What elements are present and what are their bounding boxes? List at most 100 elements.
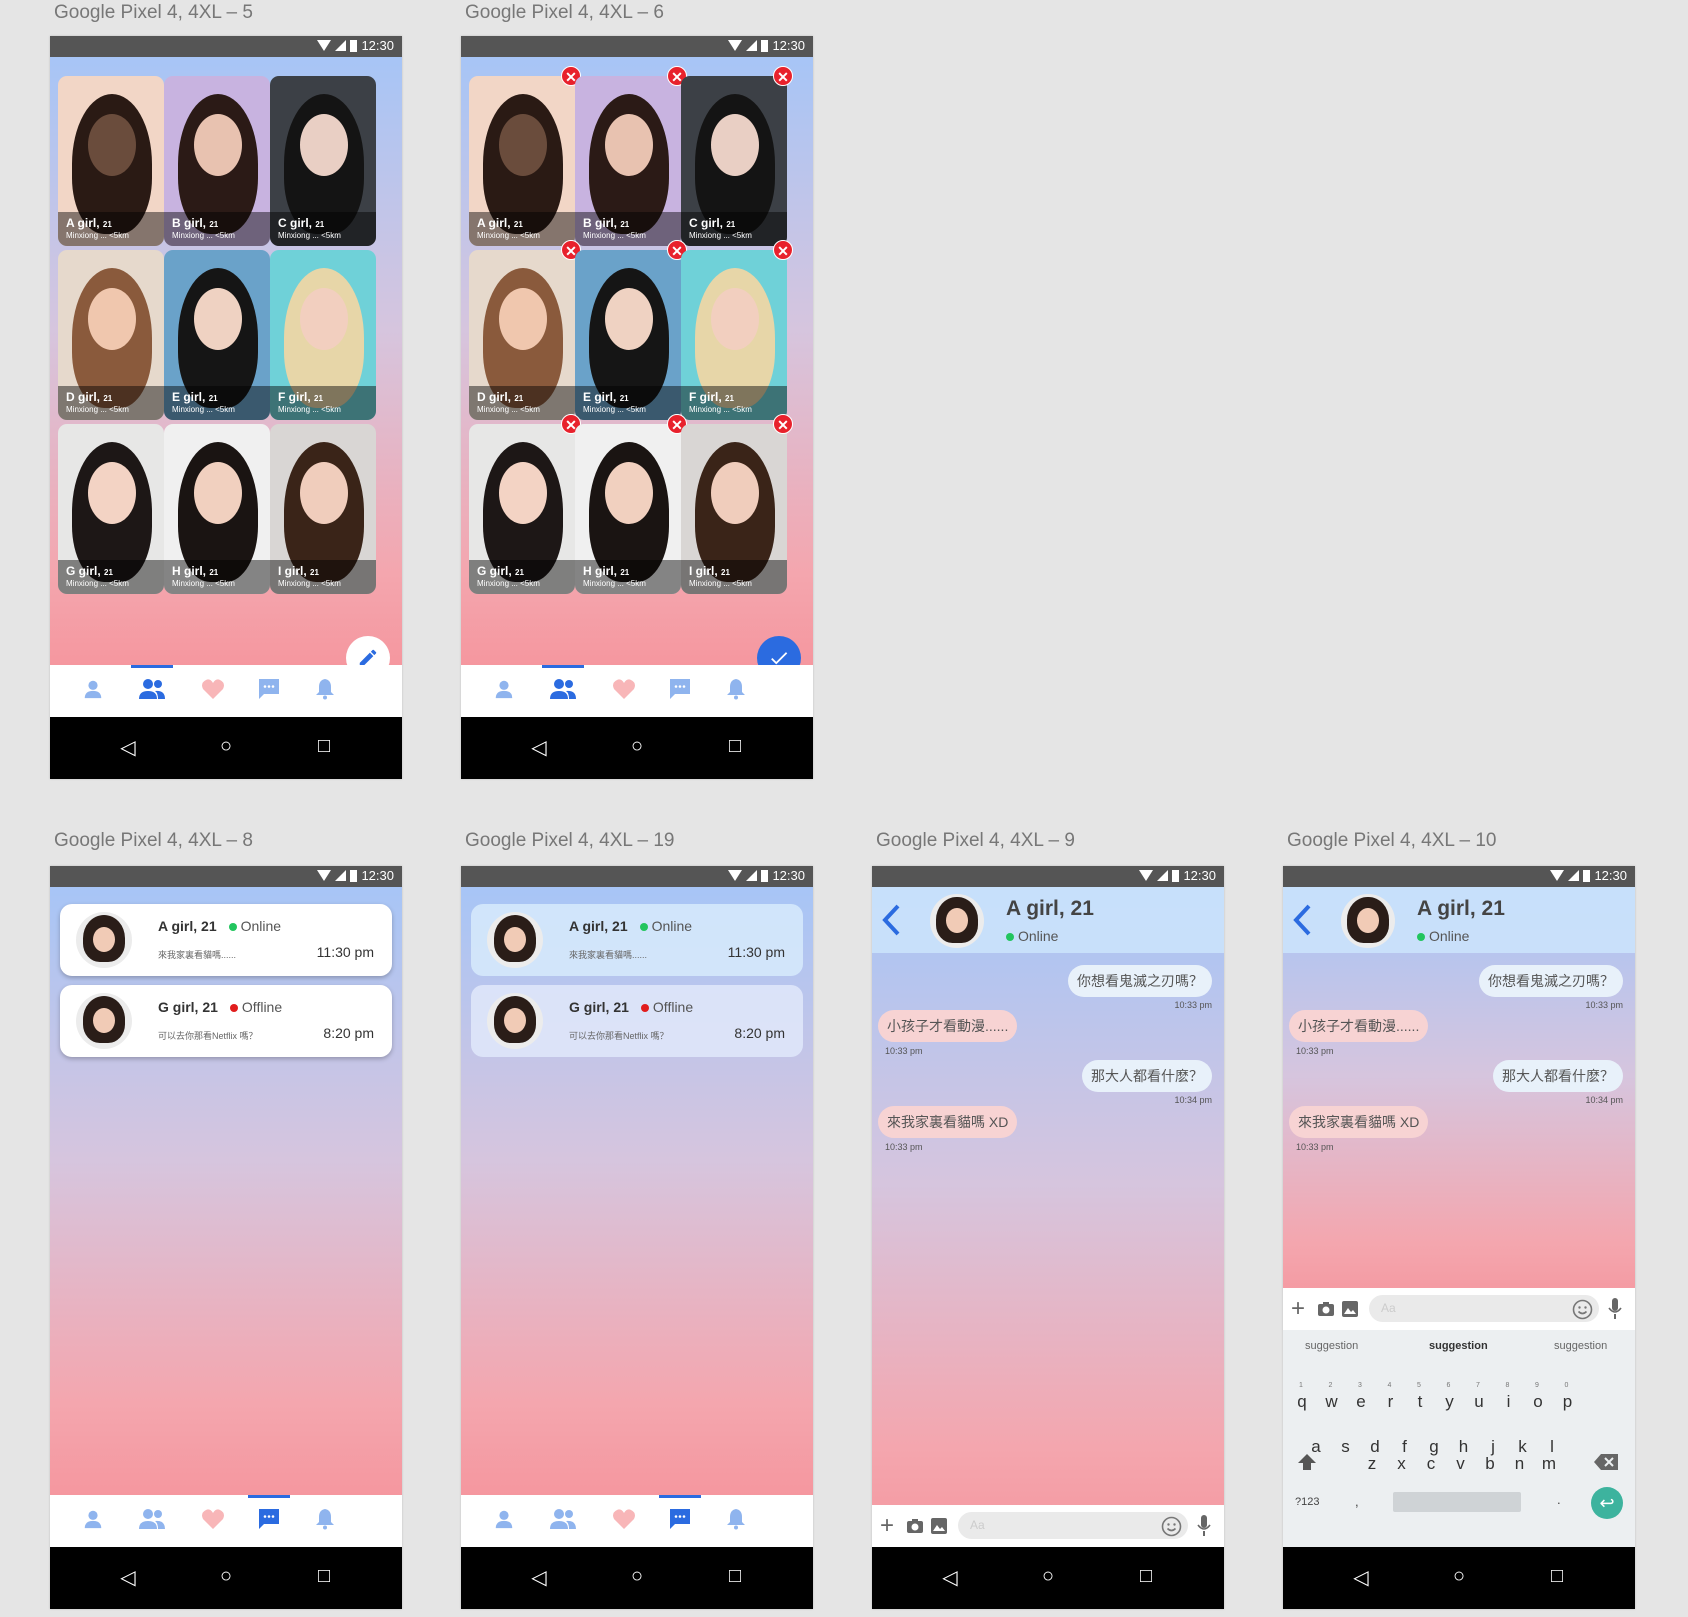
tab-heart[interactable] xyxy=(184,1495,242,1547)
tab-group[interactable] xyxy=(123,1495,181,1547)
plus-icon[interactable]: + xyxy=(880,1512,894,1540)
profile-card[interactable]: I girl, 21 Minxiong ... <5km xyxy=(270,424,376,594)
tab-group[interactable] xyxy=(123,665,181,717)
profile-card[interactable]: I girl, 21 Minxiong ... <5km xyxy=(681,424,787,594)
nav-recents-icon[interactable]: □ xyxy=(715,735,755,758)
key-c[interactable]: c xyxy=(1420,1454,1442,1474)
key-a[interactable]: a xyxy=(1305,1437,1327,1457)
key-r[interactable]: r4 xyxy=(1380,1382,1402,1412)
key-s[interactable]: s xyxy=(1335,1437,1357,1457)
profile-card[interactable]: C girl, 21 Minxiong ... <5km xyxy=(270,76,376,246)
tab-person[interactable] xyxy=(64,665,122,717)
period-key[interactable]: . xyxy=(1557,1492,1561,1507)
key-u[interactable]: u7 xyxy=(1468,1382,1490,1412)
nav-home-icon[interactable]: ○ xyxy=(206,1565,246,1588)
nav-home-icon[interactable]: ○ xyxy=(617,735,657,758)
tab-bell[interactable] xyxy=(707,665,765,717)
profile-card[interactable]: H girl, 21 Minxiong ... <5km xyxy=(575,424,681,594)
nav-home-icon[interactable]: ○ xyxy=(1439,1565,1479,1588)
nav-recents-icon[interactable]: □ xyxy=(1537,1565,1577,1588)
profile-card[interactable]: E girl, 21 Minxiong ... <5km xyxy=(164,250,270,420)
nav-back-icon[interactable]: ◁ xyxy=(1341,1565,1381,1590)
key-y[interactable]: y6 xyxy=(1439,1382,1461,1412)
tab-chat[interactable] xyxy=(240,1495,298,1547)
profile-card[interactable]: G girl, 21 Minxiong ... <5km xyxy=(469,424,575,594)
message-input[interactable]: Aa xyxy=(958,1512,1188,1539)
tab-heart[interactable] xyxy=(595,1495,653,1547)
tab-group[interactable] xyxy=(534,1495,592,1547)
key-m[interactable]: m xyxy=(1538,1454,1560,1474)
tab-bell[interactable] xyxy=(296,1495,354,1547)
profile-card[interactable]: D girl, 21 Minxiong ... <5km xyxy=(469,250,575,420)
backspace-icon[interactable] xyxy=(1594,1454,1618,1470)
key-n[interactable]: n xyxy=(1509,1454,1531,1474)
tab-person[interactable] xyxy=(475,665,533,717)
camera-icon[interactable] xyxy=(1317,1301,1335,1317)
mic-icon[interactable] xyxy=(1197,1515,1211,1537)
profile-card[interactable]: H girl, 21 Minxiong ... <5km xyxy=(164,424,270,594)
key-b[interactable]: b xyxy=(1479,1454,1501,1474)
back-icon[interactable] xyxy=(1291,903,1315,937)
key-v[interactable]: v xyxy=(1450,1454,1472,1474)
key-o[interactable]: o9 xyxy=(1527,1382,1549,1412)
tab-chat[interactable] xyxy=(240,665,298,717)
nav-recents-icon[interactable]: □ xyxy=(715,1565,755,1588)
nav-back-icon[interactable]: ◁ xyxy=(930,1565,970,1590)
nav-recents-icon[interactable]: □ xyxy=(304,735,344,758)
enter-icon[interactable]: ↩ xyxy=(1591,1487,1623,1519)
back-icon[interactable] xyxy=(880,903,904,937)
chat-row[interactable]: G girl, 21 Offline 可以去你那看Netflix 嗎？ 8:20 … xyxy=(471,985,803,1057)
image-icon[interactable] xyxy=(1342,1301,1358,1317)
profile-card[interactable]: A girl, 21 Minxiong ... <5km xyxy=(58,76,164,246)
profile-card[interactable]: B girl, 21 Minxiong ... <5km xyxy=(575,76,681,246)
tab-bell[interactable] xyxy=(707,1495,765,1547)
key-e[interactable]: e3 xyxy=(1350,1382,1372,1412)
profile-card[interactable]: A girl, 21 Minxiong ... <5km xyxy=(469,76,575,246)
tab-heart[interactable] xyxy=(595,665,653,717)
key-p[interactable]: p0 xyxy=(1557,1382,1579,1412)
tab-group[interactable] xyxy=(534,665,592,717)
nav-back-icon[interactable]: ◁ xyxy=(108,1565,148,1590)
key-q[interactable]: q1 xyxy=(1291,1382,1313,1412)
tab-person[interactable] xyxy=(64,1495,122,1547)
nav-home-icon[interactable]: ○ xyxy=(1028,1565,1068,1588)
key-i[interactable]: i8 xyxy=(1498,1382,1520,1412)
profile-card[interactable]: D girl, 21 Minxiong ... <5km xyxy=(58,250,164,420)
profile-card[interactable]: F girl, 21 Minxiong ... <5km xyxy=(681,250,787,420)
chat-row[interactable]: G girl, 21 Offline 可以去你那看Netflix 嗎？ 8:20 … xyxy=(60,985,392,1057)
profile-card[interactable]: F girl, 21 Minxiong ... <5km xyxy=(270,250,376,420)
close-icon[interactable]: ✕ xyxy=(773,66,793,86)
key-z[interactable]: z xyxy=(1361,1454,1383,1474)
key-w[interactable]: w2 xyxy=(1321,1382,1343,1412)
keyboard-suggestion[interactable]: suggestion xyxy=(1305,1340,1358,1352)
close-icon[interactable]: ✕ xyxy=(773,414,793,434)
nav-home-icon[interactable]: ○ xyxy=(617,1565,657,1588)
tab-heart[interactable] xyxy=(184,665,242,717)
tab-person[interactable] xyxy=(475,1495,533,1547)
nav-back-icon[interactable]: ◁ xyxy=(519,1565,559,1590)
profile-card[interactable]: E girl, 21 Minxiong ... <5km xyxy=(575,250,681,420)
emoji-icon[interactable] xyxy=(1161,1516,1182,1537)
tab-bell[interactable] xyxy=(296,665,354,717)
nav-home-icon[interactable]: ○ xyxy=(206,735,246,758)
key-t[interactable]: t5 xyxy=(1409,1382,1431,1412)
emoji-icon[interactable] xyxy=(1572,1299,1593,1320)
nav-recents-icon[interactable]: □ xyxy=(304,1565,344,1588)
comma-key[interactable]: , xyxy=(1355,1494,1359,1509)
camera-icon[interactable] xyxy=(906,1518,924,1534)
image-icon[interactable] xyxy=(931,1518,947,1534)
nav-back-icon[interactable]: ◁ xyxy=(519,735,559,760)
space-key[interactable] xyxy=(1393,1492,1521,1512)
profile-card[interactable]: G girl, 21 Minxiong ... <5km xyxy=(58,424,164,594)
keyboard-suggestion[interactable]: suggestion xyxy=(1554,1340,1607,1352)
plus-icon[interactable]: + xyxy=(1291,1295,1305,1323)
tab-chat[interactable] xyxy=(651,665,709,717)
message-input[interactable]: Aa xyxy=(1369,1295,1599,1322)
chat-row[interactable]: A girl, 21 Online 來我家裏看貓嗎...... 11:30 pm xyxy=(471,904,803,976)
keyboard-suggestion[interactable]: suggestion xyxy=(1429,1340,1488,1352)
nav-back-icon[interactable]: ◁ xyxy=(108,735,148,760)
chat-row[interactable]: A girl, 21 Online 來我家裏看貓嗎...... 11:30 pm xyxy=(60,904,392,976)
key-x[interactable]: x xyxy=(1391,1454,1413,1474)
profile-card[interactable]: B girl, 21 Minxiong ... <5km xyxy=(164,76,270,246)
tab-chat[interactable] xyxy=(651,1495,709,1547)
